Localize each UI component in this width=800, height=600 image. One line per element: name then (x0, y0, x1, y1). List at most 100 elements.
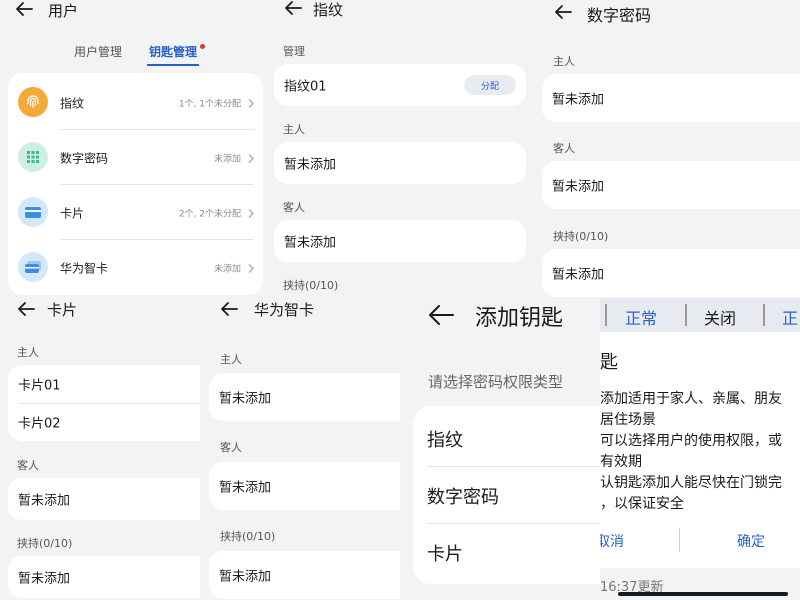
section-duress: 挟持(0/10) (17, 537, 73, 550)
chevron-right-icon (248, 93, 254, 112)
key-type-status: 未添加 (213, 154, 241, 164)
duress-list: 暂未添加 (209, 551, 400, 599)
section-guest: 客人 (220, 441, 242, 454)
key-type-digital-pin[interactable]: 数字密码 未添加 (8, 130, 263, 185)
key-type-label: 指纹 (60, 96, 85, 110)
empty-state: 暂未添加 (18, 571, 71, 587)
back-arrow-icon[interactable] (15, 1, 33, 17)
key-info-dialog-screen: 正常 关闭 正 匙 添加适用于家人、亲属、朋友 居住场景 可以选择用户的使用权限… (600, 298, 800, 600)
option-card[interactable]: 卡片 (427, 540, 463, 566)
fingerprint-screen: 指纹 管理 指纹01 分配 主人 暂未添加 客人 暂未添加 挟持(0/10) (265, 0, 542, 298)
key-type-label: 数字密码 (60, 151, 109, 165)
card-name: 卡片02 (18, 416, 61, 432)
key-type-status: 1个, 1个未分配 (178, 99, 241, 109)
users-key-management-screen: 用户 用户管理 钥匙管理 指纹 1个, 1个未分配 数字密码 未添加 卡片 2个… (0, 0, 265, 298)
section-owner: 主人 (220, 353, 242, 366)
empty-state: 暂未添加 (552, 92, 605, 108)
card-entry[interactable]: 卡片01 (8, 365, 200, 403)
strip-divider (685, 304, 687, 326)
page-title: 指纹 (313, 1, 344, 19)
key-type-label: 卡片 (60, 206, 85, 220)
section-owner: 主人 (283, 123, 305, 136)
page-title: 华为智卡 (254, 301, 315, 319)
owner-list: 暂未添加 (542, 74, 800, 122)
button-divider (679, 528, 680, 552)
empty-state: 暂未添加 (18, 493, 71, 509)
page-title: 卡片 (47, 301, 78, 319)
key-type-status: 2个, 2个未分配 (178, 209, 241, 219)
option-fingerprint[interactable]: 指纹 (427, 426, 463, 452)
permission-type-prompt: 请选择密码权限类型 (428, 373, 564, 391)
empty-state: 暂未添加 (284, 235, 337, 251)
empty-state: 暂未添加 (219, 569, 272, 585)
key-info-dialog: 匙 添加适用于家人、亲属、朋友 居住场景 可以选择用户的使用权限，或 有效期 认… (600, 332, 800, 568)
empty-state: 暂未添加 (284, 157, 337, 173)
add-key-screen: 添加钥匙 请选择密码权限类型 指纹 数字密码 卡片 (400, 298, 600, 600)
section-guest: 客人 (17, 459, 39, 472)
back-arrow-icon[interactable] (428, 304, 454, 326)
key-type-fingerprint[interactable]: 指纹 1个, 1个未分配 (8, 75, 263, 130)
owner-list: 暂未添加 (274, 142, 526, 184)
divider (427, 523, 600, 524)
strip-divider (605, 304, 607, 326)
back-arrow-icon[interactable] (17, 301, 35, 317)
card-screen: 卡片 主人 卡片01 卡片02 客人 暂未添加 挟持(0/10) 暂未添加 (0, 298, 200, 600)
guest-list: 暂未添加 (8, 478, 200, 520)
section-guest: 客人 (283, 201, 305, 214)
section-owner: 主人 (553, 55, 575, 68)
assign-button[interactable]: 分配 (464, 75, 516, 95)
guest-list: 暂未添加 (542, 161, 800, 209)
dialog-text-line: 可以选择用户的使用权限，或 (600, 433, 782, 449)
dialog-text-line: ，以保证安全 (600, 496, 684, 512)
divider (427, 466, 600, 467)
empty-state: 暂未添加 (219, 391, 272, 407)
owner-card-list: 卡片01 卡片02 (8, 365, 200, 441)
option-digital-pin[interactable]: 数字密码 (427, 483, 499, 509)
dialog-text-line: 有效期 (600, 454, 642, 470)
key-type-card[interactable]: 卡片 2个, 2个未分配 (8, 185, 263, 240)
fingerprint-icon (18, 87, 48, 117)
mode-selector-strip: 正常 关闭 正 (600, 298, 800, 332)
key-type-list: 指纹 1个, 1个未分配 数字密码 未添加 卡片 2个, 2个未分配 华为智卡 … (8, 73, 263, 295)
cancel-button[interactable]: 取消 (600, 531, 624, 551)
fingerprint-name: 指纹01 (284, 79, 327, 95)
page-title: 数字密码 (587, 6, 652, 25)
confirm-button[interactable]: 确定 (737, 531, 765, 551)
empty-state: 暂未添加 (219, 480, 272, 496)
key-type-status: 未添加 (213, 264, 241, 274)
section-owner: 主人 (17, 346, 39, 359)
duress-list: 暂未添加 (8, 556, 200, 598)
section-manage: 管理 (283, 45, 305, 58)
page-title: 添加钥匙 (475, 306, 564, 331)
card-entry[interactable]: 卡片02 (8, 403, 200, 441)
section-duress: 挟持(0/10) (553, 230, 609, 243)
notification-dot (200, 44, 205, 49)
dialog-title: 匙 (600, 352, 618, 373)
mode-off[interactable]: 关闭 (704, 305, 736, 329)
section-guest: 客人 (553, 142, 575, 155)
fingerprint-entry[interactable]: 指纹01 分配 (274, 64, 526, 106)
dialog-text-line: 添加适用于家人、亲属、朋友 (600, 391, 782, 407)
strip-divider (763, 304, 765, 326)
tab-user-management[interactable]: 用户管理 (74, 43, 122, 60)
section-duress: 挟持(0/10) (283, 279, 339, 292)
tab-key-management[interactable]: 钥匙管理 (149, 43, 197, 60)
dialog-text-line: 居住场景 (600, 412, 656, 428)
guest-list: 暂未添加 (209, 462, 400, 510)
mode-normal[interactable]: 正常 (625, 305, 657, 329)
key-type-huawei-card[interactable]: 华为智卡 未添加 (8, 240, 263, 295)
back-arrow-icon[interactable] (220, 301, 238, 317)
guest-list: 暂未添加 (274, 220, 526, 262)
back-arrow-icon[interactable] (284, 0, 302, 16)
smart-card-icon (18, 252, 48, 282)
back-arrow-icon[interactable] (554, 4, 572, 20)
owner-list: 暂未添加 (209, 373, 400, 421)
keypad-icon (18, 142, 48, 172)
digital-pin-screen: 数字密码 主人 暂未添加 客人 暂未添加 挟持(0/10) 暂未添加 (542, 0, 800, 298)
home-indicator[interactable] (618, 592, 788, 596)
empty-state: 暂未添加 (552, 179, 605, 195)
duress-list: 暂未添加 (542, 249, 800, 297)
huawei-card-screen: 华为智卡 主人 暂未添加 客人 暂未添加 挟持(0/10) 暂未添加 (200, 298, 400, 600)
mode-partial[interactable]: 正 (782, 305, 798, 329)
dialog-text-line: 认钥匙添加人能尽快在门锁完 (600, 475, 782, 491)
